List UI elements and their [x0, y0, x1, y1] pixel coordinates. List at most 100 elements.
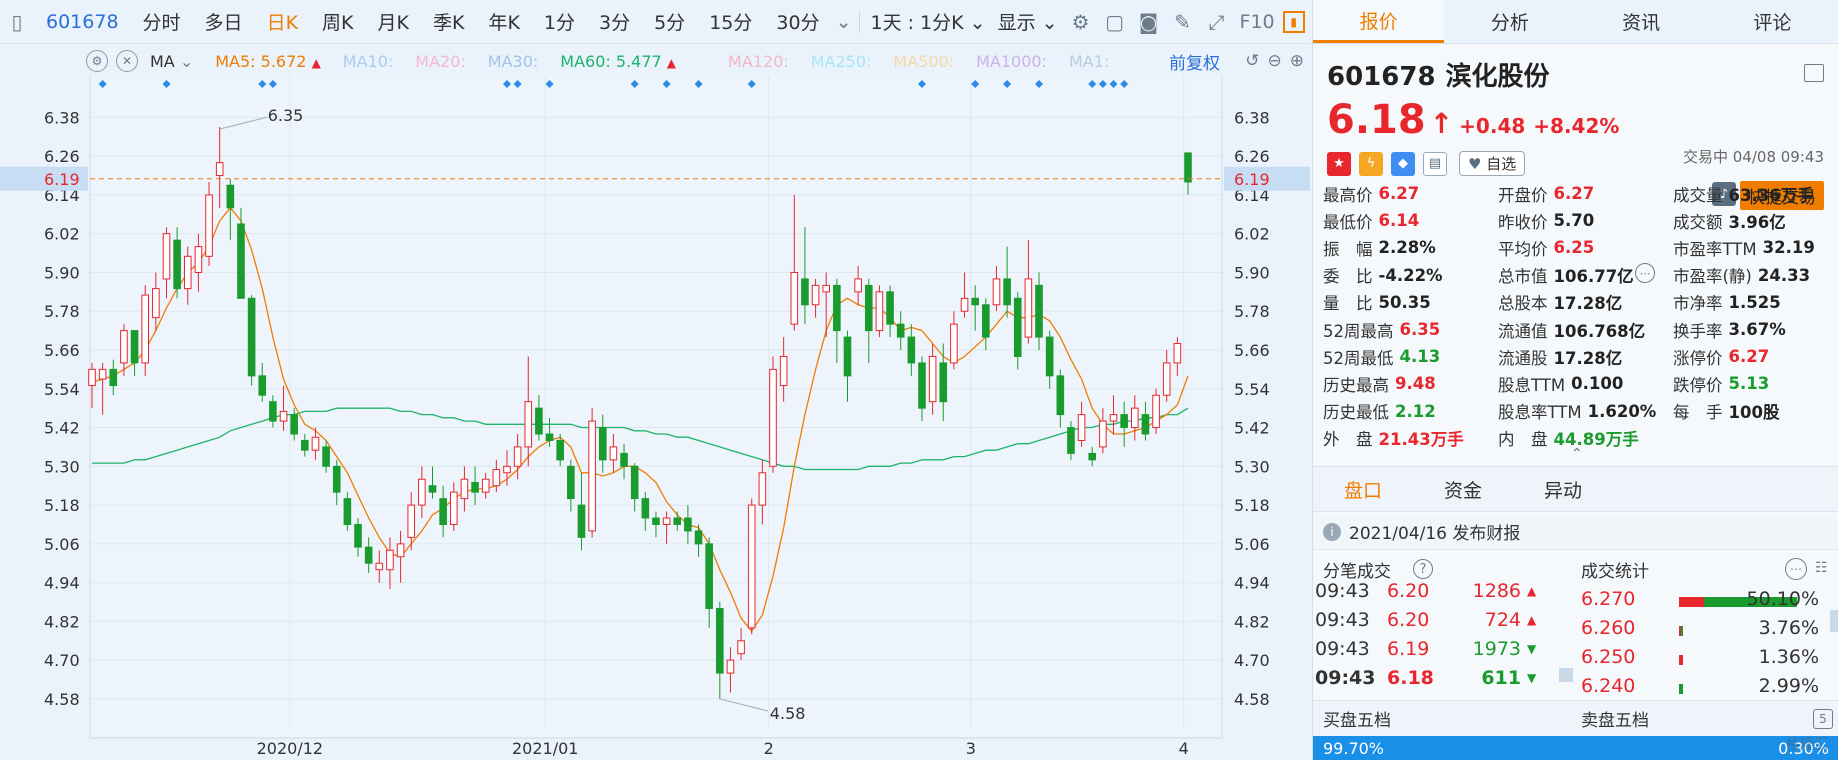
x-tick-label: 4 — [1179, 739, 1189, 758]
stats-scrollbar[interactable] — [1830, 610, 1838, 632]
quote-value: 1.620% — [1587, 401, 1657, 421]
more-options-icon[interactable]: ⋯ — [1785, 558, 1807, 580]
right-panel-toggle-icon[interactable]: ▮ — [1282, 10, 1305, 33]
tab-anomaly[interactable]: 异动 — [1513, 476, 1613, 503]
trade-stats-list[interactable]: 6.270 50.10% 6.260 3.76% 6.250 1.36% 6.240 2.99… — [1571, 586, 1833, 700]
candle-down — [620, 452, 628, 467]
tab-multi-day[interactable]: 多日 — [193, 8, 255, 35]
tab-1min[interactable]: 1分 — [532, 8, 587, 35]
candle-down — [332, 465, 341, 493]
candle-down — [535, 407, 543, 435]
tab-weekly-k[interactable]: 周K — [310, 8, 365, 35]
ma-indicator-select[interactable]: MA ⌄ — [150, 52, 193, 71]
tab-quote[interactable]: 报价 — [1313, 0, 1445, 43]
order-book-settings-icon[interactable]: 5 — [1813, 708, 1833, 729]
candle-down — [801, 278, 809, 306]
quote-stats-grid: 最高价 6.27 开盘价 6.27 成交量 63.36万手 最低价 6.14 昨收价 5.70 成交… — [1323, 180, 1833, 452]
candle-up — [418, 478, 426, 506]
timeframe-dropdown[interactable]: 1天 : 1分K ⌄ — [864, 8, 991, 35]
tab-yearly-k[interactable]: 年K — [476, 8, 531, 35]
trade-time: 09:43 — [1315, 579, 1370, 602]
quote-cell: 股息TTM 0.100 — [1498, 370, 1673, 397]
tag-icon[interactable]: ◆ — [1391, 151, 1415, 176]
camera-icon[interactable]: ◙ — [1134, 7, 1164, 37]
earnings-notice-text: 2021/04/16 发布财报 — [1349, 524, 1521, 544]
tab-3min[interactable]: 3分 — [587, 8, 642, 35]
tab-news[interactable]: 资讯 — [1576, 0, 1707, 43]
legend-ma60: MA60: 5.477 ▲ — [560, 52, 676, 71]
quote-label: 振 幅 — [1323, 239, 1373, 259]
quote-value: 50.35 — [1378, 292, 1431, 312]
zoom-out-icon[interactable]: ⊖ — [1268, 51, 1282, 71]
sidebar-toggle-icon[interactable]: ▯ — [2, 7, 32, 37]
china-flag-icon[interactable]: ★ — [1327, 151, 1351, 176]
candle-up — [162, 233, 171, 280]
quote-label: 平均价 — [1498, 239, 1548, 259]
grid-view-icon[interactable]: ☷ — [1815, 560, 1833, 578]
panel-menu-icon[interactable] — [1804, 64, 1824, 82]
candle-up — [141, 294, 150, 364]
quote-cell: 开盘价 6.27 — [1498, 180, 1673, 207]
pencil-draw-icon[interactable]: ✎ — [1168, 7, 1198, 37]
tab-quarterly-k[interactable]: 季K — [421, 8, 476, 35]
quote-label: 昨收价 — [1498, 212, 1548, 232]
legend-ma30: MA30: — [487, 51, 539, 71]
f10-button[interactable]: F10 — [1234, 11, 1281, 33]
tab-fund-flow[interactable]: 资金 — [1413, 476, 1513, 503]
more-periods-dropdown[interactable]: ⌄ — [832, 11, 856, 33]
add-watchlist-button[interactable]: ♥ 自选 — [1459, 151, 1526, 176]
kline-chart[interactable]: 6.38 6.386.26 6.266.14 6.146.02 6.025.90 5.90… — [0, 76, 1310, 760]
quote-panel-tabs: 报价 分析 资讯 评论 — [1313, 0, 1838, 44]
more-options-icon[interactable]: ⋯ — [1635, 263, 1655, 283]
adjust-mode-button[interactable]: 前复权 — [1169, 49, 1220, 74]
tab-30min[interactable]: 30分 — [764, 8, 831, 35]
candle-up — [215, 162, 224, 177]
fullscreen-icon[interactable]: ⤢ — [1202, 7, 1232, 37]
tab-orderbook[interactable]: 盘口 — [1313, 476, 1413, 503]
earnings-notice[interactable]: i 2021/04/16 发布财报 — [1313, 514, 1838, 550]
toolbar-stock-code[interactable]: 601678 — [34, 11, 131, 33]
quote-label: 最低价 — [1323, 212, 1373, 232]
tab-analysis[interactable]: 分析 — [1444, 0, 1575, 43]
undo-icon[interactable]: ↺ — [1245, 51, 1259, 71]
chevron-down-icon: ⌄ — [179, 51, 194, 71]
quote-cell: 量 比 50.35 — [1323, 289, 1498, 316]
candle-up — [1152, 394, 1160, 429]
legend-ma5: MA5: 5.672 ▲ — [215, 52, 321, 71]
y-tick-label-right: 5.90 — [1234, 263, 1270, 282]
stock-name: 滨化股份 — [1445, 62, 1550, 92]
quote-label: 股息率TTM — [1498, 403, 1582, 423]
tab-intraday[interactable]: 分时 — [131, 8, 193, 35]
candle-up — [769, 368, 777, 467]
y-tick-label-left: 5.78 — [44, 302, 80, 321]
tab-5min[interactable]: 5分 — [642, 8, 697, 35]
tick-trades-list[interactable]: 09:43 6.20 1286 ▲ 09:43 6.20 724 ▲ 09:43 6.19 1973… — [1313, 576, 1563, 690]
y-tick-label-right: 5.66 — [1234, 341, 1270, 360]
settings-gear-icon[interactable]: ⚙ — [1066, 7, 1096, 37]
ma-select-label: MA — [150, 51, 175, 71]
display-dropdown[interactable]: 显示 ⌄ — [992, 8, 1064, 35]
tab-comments[interactable]: 评论 — [1707, 0, 1838, 43]
tab-monthly-k[interactable]: 月K — [366, 8, 421, 35]
quote-label: 成交额 — [1673, 212, 1723, 232]
y-tick-label-left: 4.94 — [44, 574, 80, 593]
note-icon[interactable]: ▤ — [1423, 151, 1447, 176]
trade-row: 09:43 6.20 724 ▲ — [1313, 605, 1563, 634]
stat-row: 6.260 3.76% — [1571, 615, 1833, 644]
tab-daily-k[interactable]: 日K — [255, 8, 310, 35]
price-change-percent: +8.42% — [1533, 114, 1620, 138]
lightning-icon[interactable]: ϟ — [1359, 151, 1383, 176]
layout-square-icon[interactable]: ▢ — [1100, 7, 1130, 37]
collapse-caret-icon[interactable]: ⌃ — [1571, 446, 1583, 462]
y-tick-label-right: 5.30 — [1234, 457, 1270, 476]
ma-settings-icon[interactable]: ⚙ — [86, 50, 108, 72]
zoom-in-icon[interactable]: ⊕ — [1290, 51, 1304, 71]
candle-up — [481, 478, 490, 493]
candle-up — [503, 465, 511, 474]
quote-value: 6.27 — [1378, 184, 1420, 204]
quote-panel: 报价 分析 资讯 评论 601678 滨化股份 6.18 ↑ +0.48 +8.4… — [1312, 0, 1838, 760]
tab-15min[interactable]: 15分 — [697, 8, 764, 35]
ma-close-icon[interactable]: ✕ — [116, 50, 138, 72]
quote-value: 17.28亿 — [1553, 348, 1623, 368]
y-tick-label-left: 6.38 — [44, 108, 80, 127]
